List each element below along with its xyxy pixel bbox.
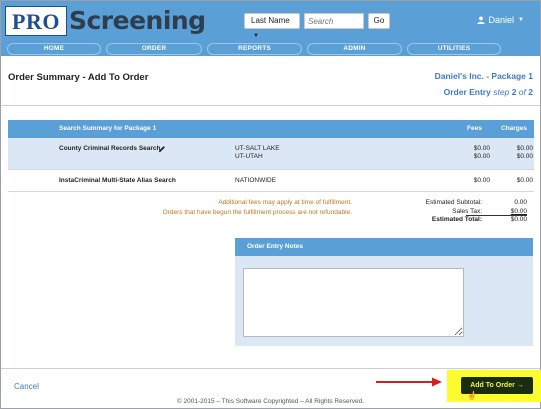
step-word: step <box>493 87 510 97</box>
fee-value: $0.00 <box>473 177 490 184</box>
totals-divider <box>466 215 527 216</box>
step-of: of <box>518 87 526 97</box>
fee-note: Additional fees may apply at time of ful… <box>218 199 352 206</box>
go-button[interactable]: Go <box>368 13 390 29</box>
chevron-down-icon: ▼ <box>518 17 524 23</box>
red-arrow-annotation <box>376 377 442 387</box>
search-input[interactable] <box>304 13 364 29</box>
nav-utilities[interactable]: UTILITIES <box>407 43 501 55</box>
pro-screening-logo[interactable]: PRO Screening <box>5 6 206 36</box>
nav-home[interactable]: HOME <box>7 43 101 55</box>
nav-admin[interactable]: ADMIN <box>307 43 402 55</box>
total-row: Estimated Total: $0.00 <box>400 216 527 224</box>
company-package-label: Daniel's Inc. - Package 1 <box>434 71 533 81</box>
refund-note: Orders that have begun the fulfillment p… <box>162 209 352 216</box>
subtotal-row: Estimated Subtotal: 0.00 <box>400 199 527 207</box>
table-header: Search Summary for Package 1 Fees Charge… <box>8 120 534 138</box>
search-name: County Criminal Records Search <box>59 145 161 152</box>
summary-header: Search Summary for Package 1 <box>59 125 157 132</box>
step-prefix: Order Entry <box>443 87 491 97</box>
order-notes-textarea[interactable] <box>243 268 464 337</box>
add-to-order-label: Add To Order <box>470 382 515 389</box>
fulfillment-note: Additional fees may apply at time of ful… <box>163 198 352 218</box>
fees-header: Fees <box>467 125 482 132</box>
total-value: $0.00 <box>510 216 527 223</box>
main-nav: HOME ORDER REPORTS ADMIN UTILITIES <box>7 43 501 55</box>
nav-reports[interactable]: REPORTS <box>207 43 302 55</box>
table-row: InstaCriminal Multi-State Alias Search N… <box>8 170 534 192</box>
page-title: Order Summary - Add To Order <box>8 72 149 83</box>
fee-value: $0.00 <box>473 145 490 152</box>
search-type-value: Last Name <box>251 16 290 25</box>
totals-block: Estimated Subtotal: 0.00 Sales Tax: $0.0… <box>400 199 527 225</box>
order-notes-header: Order Entry Notes <box>235 238 533 256</box>
tax-value: $0.00 <box>510 207 527 215</box>
top-header: PRO Screening Last Name ▼ Go Daniel ▼ HO… <box>1 1 540 56</box>
logo-screening-text: Screening <box>68 6 206 35</box>
charge-value: $0.00 <box>516 153 533 160</box>
divider <box>1 105 540 106</box>
total-label: Estimated Total: <box>431 216 482 223</box>
copyright-footer: © 2001-2015 – This Software Copyrighted … <box>176 398 365 405</box>
table-row: County Criminal Records Search UT-SALT L… <box>8 138 534 170</box>
arrow-right-icon: → <box>516 382 524 389</box>
search-bar: Last Name ▼ Go <box>244 13 390 39</box>
subtotal-value: 0.00 <box>514 199 527 206</box>
search-name: InstaCriminal Multi-State Alias Search <box>59 177 176 184</box>
fee-value: $0.00 <box>473 153 490 160</box>
step-total: 2 <box>528 87 533 97</box>
user-menu[interactable]: Daniel ▼ <box>476 15 524 25</box>
cancel-link[interactable]: Cancel <box>14 382 39 391</box>
charge-value: $0.00 <box>516 145 533 152</box>
charges-header: Charges <box>501 125 528 132</box>
tax-label: Sales Tax: <box>452 207 482 215</box>
charge-value: $0.00 <box>516 177 533 184</box>
divider <box>1 368 540 369</box>
user-icon <box>476 16 485 24</box>
step-number: 2 <box>511 87 517 97</box>
logo-pro-text: PRO <box>5 6 67 36</box>
subtotal-label: Estimated Subtotal: <box>425 199 482 206</box>
pencil-icon[interactable] <box>158 145 166 153</box>
chevron-down-icon: ▼ <box>253 33 259 39</box>
location: UT-UTAH <box>235 153 263 160</box>
user-name: Daniel <box>488 15 515 25</box>
location: UT-SALT LAKE <box>235 145 280 152</box>
search-type-select[interactable]: Last Name ▼ <box>244 13 300 39</box>
step-indicator: Order Entry step 2 of 2 <box>444 87 533 97</box>
order-entry-notes-panel: Order Entry Notes <box>235 238 533 346</box>
location: NATIONWIDE <box>235 177 277 184</box>
search-summary-table: Search Summary for Package 1 Fees Charge… <box>8 120 534 192</box>
nav-order[interactable]: ORDER <box>106 43 202 55</box>
